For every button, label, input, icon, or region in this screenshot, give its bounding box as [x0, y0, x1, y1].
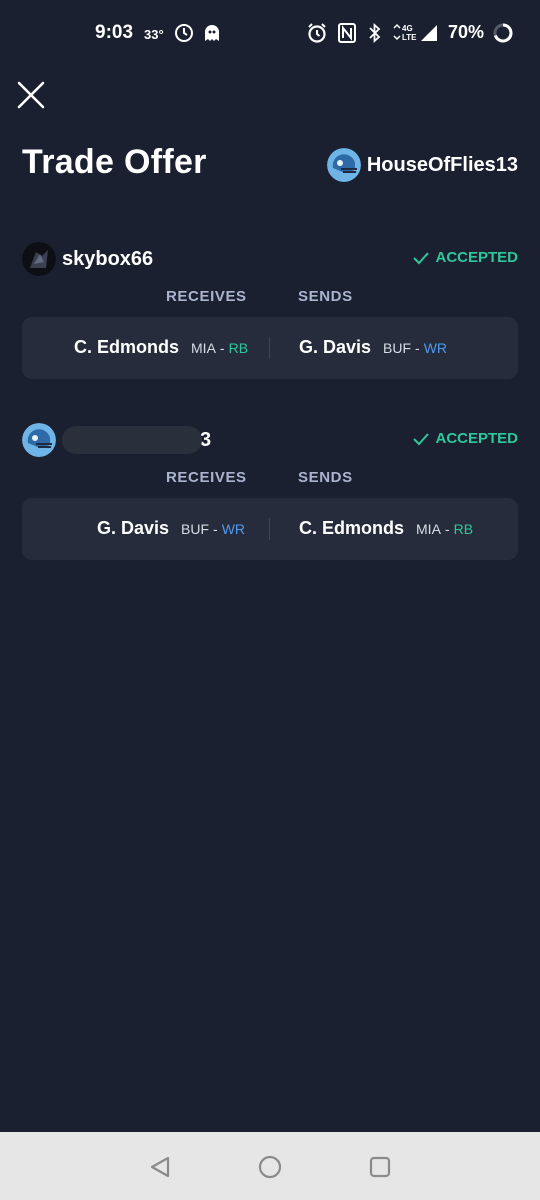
helmet-icon — [326, 148, 361, 182]
check-icon — [413, 432, 430, 445]
bluetooth-icon — [369, 22, 381, 44]
divider — [269, 518, 270, 540]
player-name: G. Davis — [299, 337, 372, 357]
player-name: C. Edmonds — [74, 337, 180, 357]
column-headers: RECEIVES SENDS — [0, 288, 540, 308]
battery-percent: 70% — [448, 22, 485, 42]
player-team: BUF — [383, 340, 412, 356]
receives-player: C. Edmonds MIA - RB — [74, 337, 248, 358]
player-position: WR — [221, 521, 246, 537]
sends-header: SENDS — [298, 469, 353, 486]
alarm-icon — [308, 23, 326, 43]
player-team: MIA — [416, 521, 441, 537]
sends-header: SENDS — [298, 288, 353, 305]
player-team: MIA — [191, 340, 216, 356]
trade-party-2: 3 ACCEPTED — [22, 422, 518, 458]
system-nav-bar — [0, 1132, 540, 1200]
status-text: ACCEPTED — [435, 430, 518, 447]
status-badge: ACCEPTED — [413, 249, 518, 266]
player-name: G. Davis — [97, 518, 170, 538]
nfc-icon — [338, 23, 356, 43]
ghost-icon — [205, 25, 219, 41]
battery-icon — [493, 23, 513, 43]
user-avatar-icon — [22, 242, 56, 276]
status-time: 9:03 — [95, 22, 134, 43]
close-icon — [17, 81, 45, 109]
player-name: C. Edmonds — [299, 518, 405, 538]
trade-card-2[interactable]: G. Davis BUF - WR C. Edmonds MIA - RB — [22, 498, 518, 560]
clock-icon — [175, 24, 193, 42]
avatar — [22, 242, 56, 276]
receives-header: RECEIVES — [166, 469, 247, 486]
team-separator: - — [219, 340, 225, 356]
player-team: BUF — [181, 521, 210, 537]
home-button[interactable] — [257, 1154, 283, 1180]
column-headers: RECEIVES SENDS — [0, 469, 540, 489]
page-title: Trade Offer — [22, 143, 207, 181]
status-text: ACCEPTED — [435, 249, 518, 266]
receives-header: RECEIVES — [166, 288, 247, 305]
check-icon — [413, 251, 430, 264]
close-button[interactable] — [14, 78, 48, 112]
trade-party-1: skybox66 ACCEPTED — [22, 241, 518, 277]
svg-text:4G: 4G — [402, 24, 413, 33]
home-circle-icon — [258, 1155, 282, 1179]
helmet-icon — [22, 423, 56, 457]
team-separator: - — [444, 521, 450, 537]
team-separator: - — [415, 340, 420, 356]
back-triangle-icon — [150, 1156, 170, 1178]
recents-button[interactable] — [367, 1154, 393, 1180]
receives-player: G. Davis BUF - WR — [97, 518, 245, 539]
divider — [269, 337, 270, 359]
player-position: RB — [453, 521, 474, 537]
sends-player: G. Davis BUF - WR — [299, 337, 447, 358]
trade-card-1[interactable]: C. Edmonds MIA - RB G. Davis BUF - WR — [22, 317, 518, 379]
back-button[interactable] — [147, 1154, 173, 1180]
redacted-username — [62, 426, 202, 454]
party-username: skybox66 — [62, 247, 154, 270]
team-separator: - — [213, 521, 218, 537]
player-position: WR — [423, 340, 448, 356]
status-bar: 9:03 33° 4G LTE 70% — [0, 0, 540, 68]
status-badge: ACCEPTED — [413, 430, 518, 447]
avatar — [326, 148, 361, 182]
player-position: RB — [228, 340, 249, 356]
svg-text:LTE: LTE — [402, 33, 417, 42]
owner-name: HouseOfFlies13 — [366, 153, 518, 176]
signal-icon: 4G LTE — [393, 23, 437, 42]
avatar — [22, 423, 56, 457]
sends-player: C. Edmonds MIA - RB — [299, 518, 473, 539]
recents-square-icon — [369, 1156, 391, 1178]
status-temperature: 33° — [144, 27, 164, 42]
trade-owner[interactable]: HouseOfFlies13 — [326, 147, 518, 183]
